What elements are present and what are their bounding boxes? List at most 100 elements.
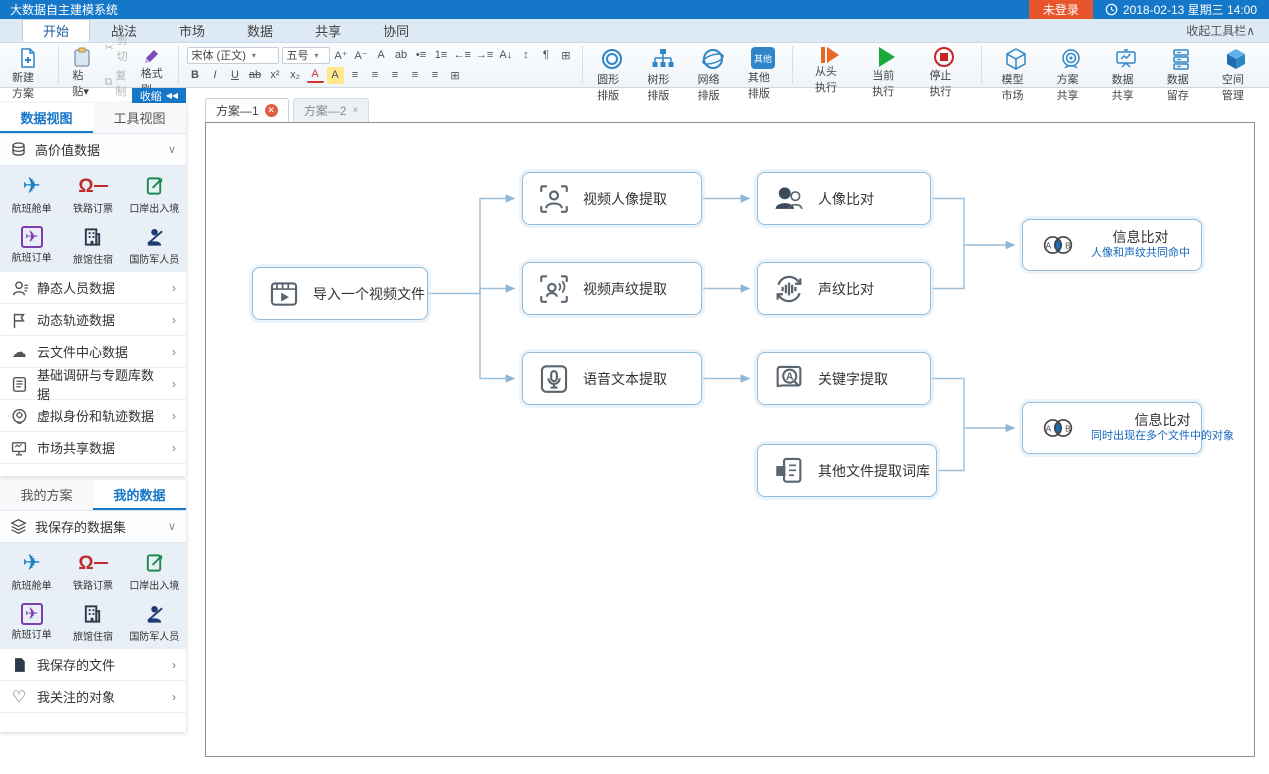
grid-item-rail-ticket[interactable]: Ω 铁路订票 bbox=[63, 169, 122, 218]
node-speech-to-text[interactable]: 语音文本提取 bbox=[522, 352, 702, 405]
model-market-button[interactable]: 模型市场 bbox=[995, 45, 1036, 85]
sidebar-item-dynamic-track-data[interactable]: 动态轨迹数据› bbox=[0, 304, 186, 336]
stop-button[interactable]: 停止执行 bbox=[923, 45, 964, 85]
tab-tool-view[interactable]: 工具视图 bbox=[93, 103, 186, 133]
space-manage-button[interactable]: 空间管理 bbox=[1216, 45, 1257, 85]
close-icon[interactable]: ✕ bbox=[265, 104, 278, 117]
sort-button[interactable]: A↓ bbox=[497, 47, 514, 64]
login-status-badge[interactable]: 未登录 bbox=[1029, 0, 1093, 19]
paragraph-mark-button[interactable]: ¶ bbox=[537, 47, 554, 64]
grid-item-border-entry[interactable]: 口岸出入境 bbox=[125, 546, 184, 595]
underline-button[interactable]: U bbox=[227, 67, 244, 84]
spacing-button[interactable]: ↕ bbox=[517, 47, 534, 64]
grid-item-flight-manifest[interactable]: ✈ 航班舱单 bbox=[2, 169, 61, 218]
numbering-button[interactable]: 1≡ bbox=[433, 47, 450, 64]
grow-font-button[interactable]: A⁺ bbox=[333, 47, 350, 64]
plane-icon: ✈ bbox=[22, 550, 40, 576]
sidebar-item-market-shared-data[interactable]: 市场共享数据› bbox=[0, 432, 186, 464]
sidebar-item-research-library-data[interactable]: 基础调研与专题库数据› bbox=[0, 368, 186, 400]
justify-button[interactable]: ≡ bbox=[407, 67, 424, 84]
bold-button[interactable]: B bbox=[187, 67, 204, 84]
font-size-select[interactable]: 五号▾ bbox=[282, 47, 330, 64]
change-case-button[interactable]: A bbox=[373, 47, 390, 64]
grid-item-rail-ticket[interactable]: Ω 铁路订票 bbox=[63, 546, 122, 595]
sidebar-item-virtual-identity-data[interactable]: 虚拟身份和轨迹数据› bbox=[0, 400, 186, 432]
cut-button[interactable]: ✂剪切 bbox=[102, 32, 131, 64]
font-name-select[interactable]: 宋体 (正文)▾ bbox=[187, 47, 279, 64]
tab-start[interactable]: 开始 bbox=[22, 19, 90, 42]
tab-data[interactable]: 数据 bbox=[226, 19, 294, 42]
format-painter-button[interactable]: 格式刷 bbox=[135, 45, 170, 85]
table-button[interactable]: ⊞ bbox=[557, 47, 574, 64]
data-share-button[interactable]: 数据共享 bbox=[1106, 45, 1147, 85]
canvas-tab-plan2[interactable]: 方案—2 × bbox=[293, 98, 370, 122]
node-voice-compare[interactable]: 声纹比对 bbox=[757, 262, 931, 315]
plan-share-button[interactable]: 方案共享 bbox=[1051, 45, 1092, 85]
node-video-voice-extract[interactable]: 视频声纹提取 bbox=[522, 262, 702, 315]
data-view-panel: 数据视图 工具视图 高价值数据 ∨ ✈ 航班舱单 Ω 铁路订票 口岸出入境 ✈ … bbox=[0, 103, 186, 476]
grid-item-border-entry[interactable]: 口岸出入境 bbox=[125, 169, 184, 218]
bullets-button[interactable]: •≡ bbox=[413, 47, 430, 64]
indent-button[interactable]: →≡ bbox=[475, 47, 494, 64]
borders-button[interactable]: ⊞ bbox=[447, 67, 464, 84]
svg-text:A: A bbox=[786, 370, 794, 382]
sidebar-item-cloud-file-data[interactable]: ☁ 云文件中心数据› bbox=[0, 336, 186, 368]
chevron-right-icon: › bbox=[172, 313, 176, 327]
tab-my-plans[interactable]: 我的方案 bbox=[0, 480, 93, 510]
tab-my-data[interactable]: 我的数据 bbox=[93, 480, 186, 510]
tab-data-view[interactable]: 数据视图 bbox=[0, 103, 93, 133]
sidebar-collapse-button[interactable]: 收缩 ◀◀ bbox=[132, 88, 186, 103]
grid-item-flight-order[interactable]: ✈ 航班订单 bbox=[2, 220, 61, 269]
italic-button[interactable]: I bbox=[207, 67, 224, 84]
node-keyword-extract[interactable]: A 关键字提取 bbox=[757, 352, 931, 405]
close-icon[interactable]: × bbox=[352, 105, 358, 116]
grid-item-military-personnel[interactable]: 国防军人员 bbox=[125, 220, 184, 269]
run-current-button[interactable]: 当前执行 bbox=[866, 45, 907, 85]
flow-canvas[interactable]: 导入一个视频文件 视频人像提取 人像比对 视频声纹提取 声纹比对 bbox=[205, 122, 1255, 757]
align-center-button[interactable]: ≡ bbox=[367, 67, 384, 84]
section-high-value-data[interactable]: 高价值数据 ∨ bbox=[0, 134, 186, 166]
paste-button[interactable]: 粘贴▾ bbox=[66, 45, 97, 85]
align-right-button[interactable]: ≡ bbox=[387, 67, 404, 84]
chevron-right-icon: › bbox=[172, 441, 176, 455]
data-retention-button[interactable]: 数据留存 bbox=[1161, 45, 1202, 85]
grid-item-flight-order[interactable]: ✈ 航班订单 bbox=[2, 597, 61, 646]
node-video-face-extract[interactable]: 视频人像提取 bbox=[522, 172, 702, 225]
grid-item-military-personnel[interactable]: 国防军人员 bbox=[125, 597, 184, 646]
sidebar-item-static-person-data[interactable]: 静态人员数据› bbox=[0, 272, 186, 304]
outdent-button[interactable]: ←≡ bbox=[453, 47, 472, 64]
tab-share[interactable]: 共享 bbox=[294, 19, 362, 42]
font-color-button[interactable]: A bbox=[307, 68, 324, 83]
shrink-font-button[interactable]: A⁻ bbox=[353, 47, 370, 64]
subscript-button[interactable]: x₂ bbox=[287, 67, 304, 84]
strikethrough-button[interactable]: ab bbox=[247, 67, 264, 84]
line-spacing-button[interactable]: ≡ bbox=[427, 67, 444, 84]
node-info-compare-1[interactable]: AB 信息比对 人像和声纹共同命中 bbox=[1022, 219, 1202, 271]
grid-item-flight-manifest[interactable]: ✈ 航班舱单 bbox=[2, 546, 61, 595]
highlight-button[interactable]: A bbox=[327, 67, 344, 84]
copy-button[interactable]: ⧉复制 bbox=[102, 67, 131, 99]
sidebar-item-my-saved-files[interactable]: 我保存的文件› bbox=[0, 649, 186, 681]
align-left-button[interactable]: ≡ bbox=[347, 67, 364, 84]
run-from-start-button[interactable]: 从头执行 bbox=[809, 45, 850, 85]
superscript-button[interactable]: x² bbox=[267, 67, 284, 84]
grid-item-hotel-stay[interactable]: 旅馆住宿 bbox=[63, 597, 122, 646]
section-my-saved-datasets[interactable]: 我保存的数据集 ∨ bbox=[0, 511, 186, 543]
node-info-compare-2[interactable]: AB 信息比对 同时出现在多个文件中的对象 bbox=[1022, 402, 1202, 454]
tab-market[interactable]: 市场 bbox=[158, 19, 226, 42]
grid-item-hotel-stay[interactable]: 旅馆住宿 bbox=[63, 220, 122, 269]
phonetic-button[interactable]: ab bbox=[393, 47, 410, 64]
tree-layout-button[interactable]: 树形排版 bbox=[641, 45, 683, 85]
collapse-toolbar-button[interactable]: 收起工具栏∧ bbox=[1186, 22, 1269, 42]
node-face-compare[interactable]: 人像比对 bbox=[757, 172, 931, 225]
node-import-video[interactable]: 导入一个视频文件 bbox=[252, 267, 428, 320]
sidebar-item-my-followed-objects[interactable]: ♡ 我关注的对象› bbox=[0, 681, 186, 713]
new-plan-button[interactable]: 新建方案 bbox=[6, 45, 50, 85]
circle-layout-button[interactable]: 圆形排版 bbox=[591, 45, 633, 85]
canvas-tab-plan1[interactable]: 方案—1 ✕ bbox=[205, 98, 289, 122]
network-layout-button[interactable]: 网络排版 bbox=[692, 45, 734, 85]
other-layout-button[interactable]: 其他 其他排版 bbox=[742, 45, 784, 85]
clock-icon bbox=[1105, 3, 1118, 16]
tab-collab[interactable]: 协同 bbox=[362, 19, 430, 42]
node-other-files-lexicon[interactable]: 其他文件提取词库 bbox=[757, 444, 937, 497]
